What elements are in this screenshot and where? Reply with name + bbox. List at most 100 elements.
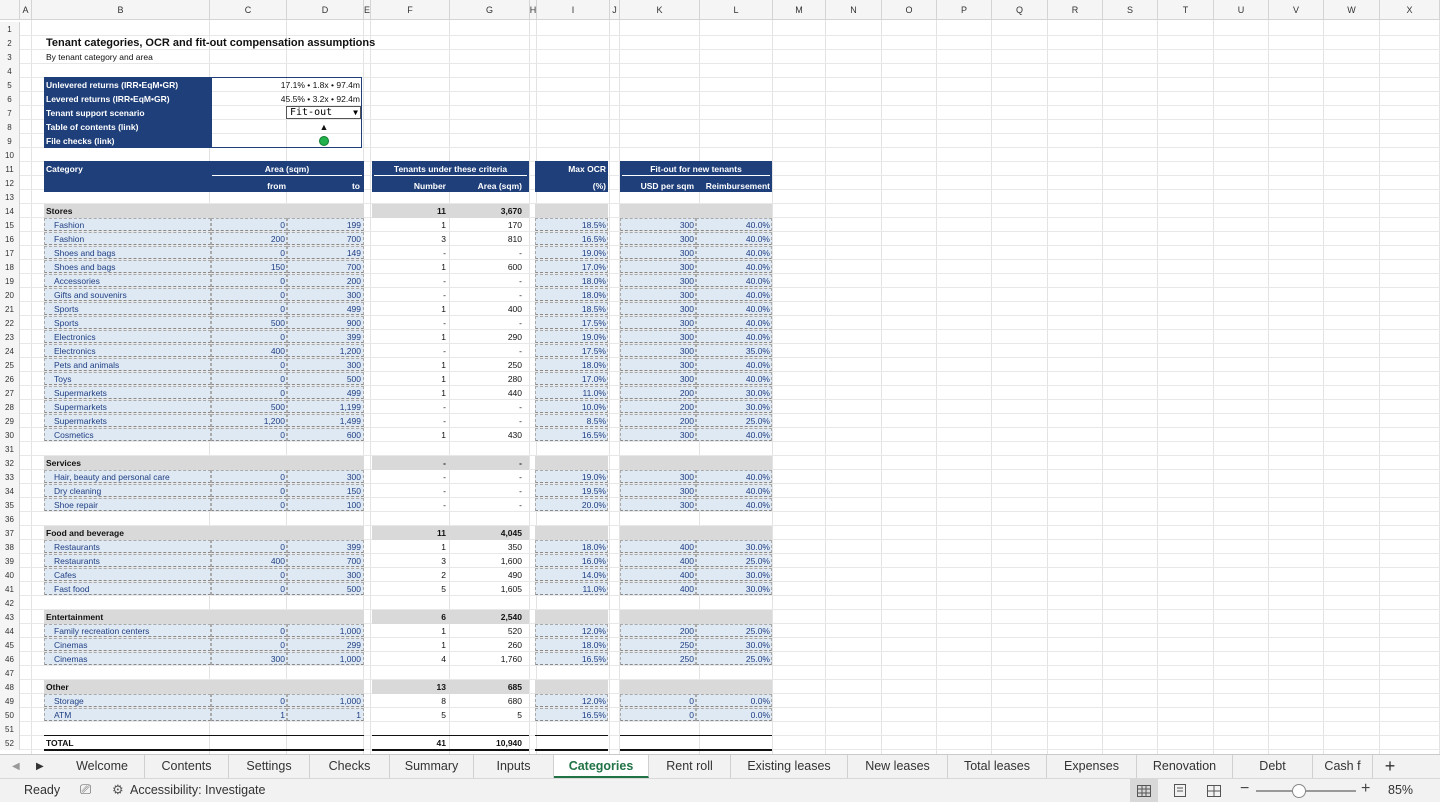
row-header[interactable]: 42: [0, 596, 20, 610]
column-header[interactable]: C: [210, 0, 287, 20]
accessibility-icon[interactable]: ⚙: [112, 782, 124, 798]
row-header[interactable]: 47: [0, 666, 20, 680]
tab-scroll-right-icon[interactable]: ▶: [36, 755, 44, 778]
row-header[interactable]: 12: [0, 176, 20, 190]
tab-expenses[interactable]: Expenses: [1047, 755, 1137, 778]
row-header[interactable]: 35: [0, 498, 20, 512]
column-header[interactable]: X: [1380, 0, 1440, 20]
row-header[interactable]: 43: [0, 610, 20, 624]
row-header[interactable]: 8: [0, 120, 20, 134]
column-header[interactable]: R: [1048, 0, 1103, 20]
row-header[interactable]: 21: [0, 302, 20, 316]
row-header[interactable]: 7: [0, 106, 20, 120]
zoom-in-button[interactable]: +: [1361, 780, 1370, 798]
row-header[interactable]: 41: [0, 582, 20, 596]
tab-total-leases[interactable]: Total leases: [948, 755, 1047, 778]
row-header[interactable]: 46: [0, 652, 20, 666]
row-header[interactable]: 29: [0, 414, 20, 428]
row-header[interactable]: 40: [0, 568, 20, 582]
row-header[interactable]: 37: [0, 526, 20, 540]
column-header[interactable]: O: [882, 0, 937, 20]
row-header[interactable]: 38: [0, 540, 20, 554]
column-header[interactable]: Q: [992, 0, 1048, 20]
row-header[interactable]: 33: [0, 470, 20, 484]
tab-settings[interactable]: Settings: [229, 755, 310, 778]
tab-existing-leases[interactable]: Existing leases: [731, 755, 848, 778]
row-header[interactable]: 27: [0, 386, 20, 400]
column-header[interactable]: L: [700, 0, 773, 20]
column-header[interactable]: J: [610, 0, 620, 20]
tab-new-leases[interactable]: New leases: [848, 755, 948, 778]
zoom-out-button[interactable]: −: [1240, 780, 1249, 798]
zoom-slider-thumb[interactable]: [1292, 784, 1306, 798]
row-header[interactable]: 6: [0, 92, 20, 106]
column-header[interactable]: A: [20, 0, 32, 20]
row-header[interactable]: 14: [0, 204, 20, 218]
tab-rent-roll[interactable]: Rent roll: [649, 755, 731, 778]
row-header[interactable]: 11: [0, 162, 20, 176]
tab-categories[interactable]: Categories: [554, 755, 649, 778]
column-header[interactable]: T: [1158, 0, 1214, 20]
row-header[interactable]: 32: [0, 456, 20, 470]
row-header[interactable]: 51: [0, 722, 20, 736]
row-header[interactable]: 9: [0, 134, 20, 148]
row-header[interactable]: 2: [0, 36, 20, 50]
column-header[interactable]: F: [371, 0, 450, 20]
select-all-corner[interactable]: [0, 0, 20, 20]
macro-record-icon[interactable]: ⎚: [80, 781, 91, 798]
row-header[interactable]: 3: [0, 50, 20, 64]
column-header[interactable]: P: [937, 0, 992, 20]
row-header[interactable]: 39: [0, 554, 20, 568]
chevron-down-icon[interactable]: ▼: [353, 107, 358, 118]
row-header[interactable]: 15: [0, 218, 20, 232]
zoom-slider[interactable]: [1256, 784, 1356, 798]
column-header[interactable]: U: [1214, 0, 1269, 20]
row-header[interactable]: 16: [0, 232, 20, 246]
add-sheet-button[interactable]: +: [1370, 755, 1410, 778]
row-header[interactable]: 31: [0, 442, 20, 456]
tab-welcome[interactable]: Welcome: [60, 755, 145, 778]
row-header[interactable]: 49: [0, 694, 20, 708]
column-header[interactable]: N: [826, 0, 882, 20]
row-header[interactable]: 1: [0, 22, 20, 36]
column-header[interactable]: W: [1324, 0, 1380, 20]
row-header[interactable]: 23: [0, 330, 20, 344]
column-header[interactable]: D: [287, 0, 364, 20]
column-header[interactable]: G: [450, 0, 530, 20]
row-header[interactable]: 44: [0, 624, 20, 638]
scenario-dropdown[interactable]: Fit-out ▼: [286, 106, 361, 119]
row-header[interactable]: 26: [0, 372, 20, 386]
column-header[interactable]: I: [537, 0, 610, 20]
column-header[interactable]: E: [364, 0, 371, 20]
row-header[interactable]: 45: [0, 638, 20, 652]
normal-view-button[interactable]: [1130, 779, 1158, 802]
row-header[interactable]: 18: [0, 260, 20, 274]
row-header[interactable]: 25: [0, 358, 20, 372]
row-header[interactable]: 22: [0, 316, 20, 330]
tab-contents[interactable]: Contents: [145, 755, 229, 778]
page-layout-view-button[interactable]: [1166, 779, 1194, 802]
row-header[interactable]: 10: [0, 148, 20, 162]
row-header[interactable]: 52: [0, 736, 20, 750]
row-header[interactable]: 13: [0, 190, 20, 204]
column-header[interactable]: V: [1269, 0, 1324, 20]
column-header[interactable]: B: [32, 0, 210, 20]
row-header[interactable]: 24: [0, 344, 20, 358]
row-header[interactable]: 20: [0, 288, 20, 302]
tab-summary[interactable]: Summary: [390, 755, 474, 778]
tab-renovation[interactable]: Renovation: [1137, 755, 1233, 778]
tab-inputs[interactable]: Inputs: [474, 755, 554, 778]
row-header[interactable]: 28: [0, 400, 20, 414]
row-header[interactable]: 30: [0, 428, 20, 442]
row-header[interactable]: 34: [0, 484, 20, 498]
row-header[interactable]: 19: [0, 274, 20, 288]
tab-cash-f[interactable]: Cash f: [1313, 755, 1373, 778]
accessibility-status[interactable]: Accessibility: Investigate: [130, 783, 265, 797]
row-header[interactable]: 48: [0, 680, 20, 694]
tab-checks[interactable]: Checks: [310, 755, 390, 778]
tab-debt[interactable]: Debt: [1233, 755, 1313, 778]
row-header[interactable]: 50: [0, 708, 20, 722]
column-header[interactable]: H: [530, 0, 537, 20]
column-header[interactable]: M: [773, 0, 826, 20]
worksheet-grid[interactable]: ABCDEFGHIJKLMNOPQRSTUVWX 1 2 3 4 5 6 7 8 9 10 11 12…: [0, 0, 1440, 754]
